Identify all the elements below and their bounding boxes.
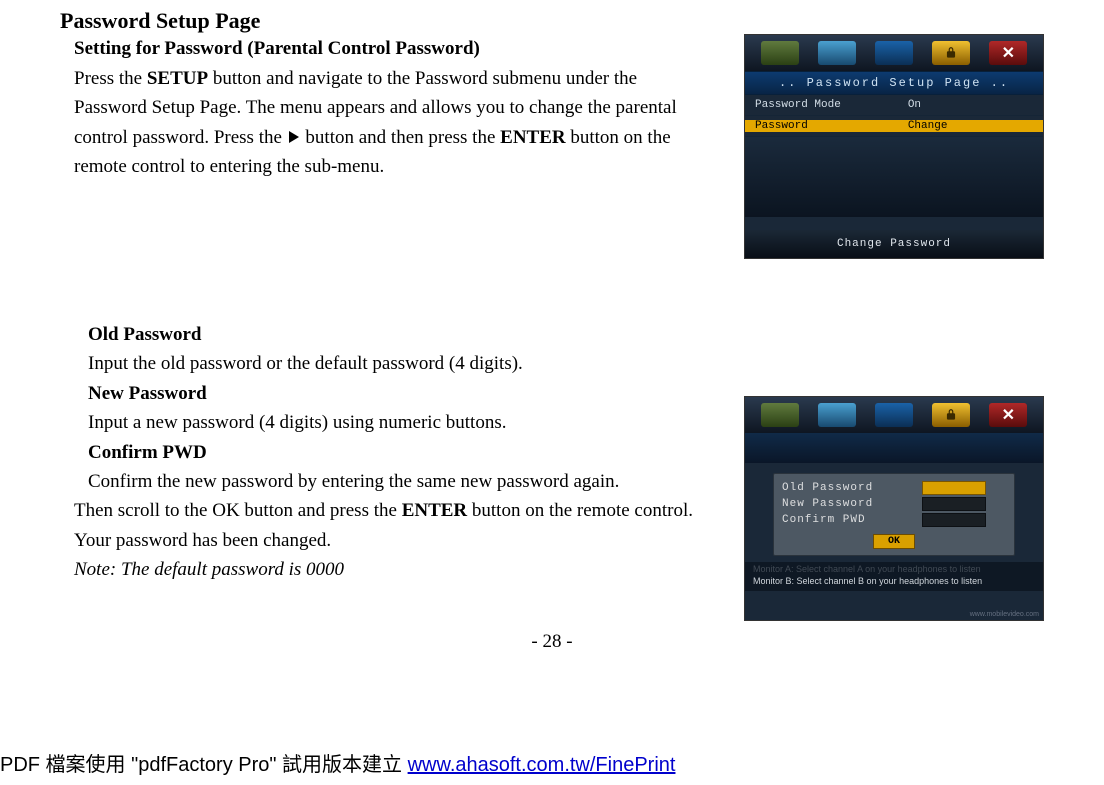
picture-icon [761, 41, 799, 65]
old-password-box [922, 481, 986, 495]
text: Then scroll to the OK button and press t… [74, 500, 402, 521]
password-panel: Old Password New Password Confirm PWD OK [773, 473, 1015, 556]
cell-label: Password Mode [745, 99, 900, 111]
old-password-heading: Old Password [88, 320, 708, 349]
figure-change-password: ✕ Old Password New Password Confirm PWD … [744, 396, 1044, 621]
cell-value: Change [900, 120, 1043, 132]
confirm-pwd-text: Confirm the new password by entering the… [88, 467, 708, 496]
figure-spacer [745, 433, 1043, 463]
new-password-heading: New Password [88, 379, 708, 408]
wifi-icon [818, 403, 856, 427]
text: Press the [74, 68, 147, 89]
old-password-line: Old Password [782, 480, 1006, 496]
close-icon: ✕ [989, 403, 1027, 427]
ok-button: OK [873, 534, 915, 549]
figure-password-setup: ✕ .. Password Setup Page .. Password Mod… [744, 34, 1044, 259]
footer-link[interactable]: www.ahasoft.com.tw/FinePrint [408, 754, 676, 776]
label: Old Password [782, 482, 922, 494]
confirm-pwd-heading: Confirm PWD [88, 438, 708, 467]
footer-text: PDF 檔案使用 "pdfFactory Pro" 試用版本建立 [0, 754, 408, 776]
new-password-box [922, 497, 986, 511]
figure-toolbar: ✕ [745, 397, 1043, 433]
close-icon: ✕ [989, 41, 1027, 65]
enter-word: ENTER [500, 127, 565, 148]
figure-bottom-label: Change Password [745, 230, 1043, 258]
menu-row-password: Password Change [745, 116, 1043, 137]
figure-blur-area [745, 137, 1043, 217]
confirm-pwd-line: Confirm PWD [782, 512, 1006, 528]
label: Confirm PWD [782, 514, 922, 526]
new-password-text: Input a new password (4 digits) using nu… [88, 408, 708, 437]
new-password-line: New Password [782, 496, 1006, 512]
cell-label: Password [745, 120, 900, 132]
wifi-icon [818, 41, 856, 65]
pdf-factory-footer: PDF 檔案使用 "pdfFactory Pro" 試用版本建立 www.aha… [0, 748, 675, 777]
figure-title-band: .. Password Setup Page .. [745, 71, 1043, 95]
monitor-a-text: Monitor A: Select channel A on your head… [753, 564, 1035, 576]
page-number: - 28 - [60, 631, 1044, 653]
disc-icon [875, 403, 913, 427]
cell-value: On [900, 99, 1043, 111]
intro-paragraph: Press the SETUP button and navigate to t… [74, 64, 704, 182]
disc-icon [875, 41, 913, 65]
monitor-b-text: Monitor B: Select channel B on your head… [753, 576, 1035, 588]
setup-word: SETUP [147, 68, 208, 89]
menu-row-password-mode: Password Mode On [745, 95, 1043, 116]
play-right-icon [289, 131, 299, 143]
old-password-text: Input the old password or the default pa… [88, 349, 708, 378]
page-title: Password Setup Page [60, 8, 1044, 34]
enter-word: ENTER [402, 500, 467, 521]
note-text: Note: The default password is 0000 [74, 555, 694, 584]
figure-toolbar: ✕ [745, 35, 1043, 71]
watermark-text: www.mobilevideo.com [970, 611, 1039, 618]
label: New Password [782, 498, 922, 510]
picture-icon [761, 403, 799, 427]
text: button and then press the [301, 127, 500, 148]
lock-icon [932, 41, 970, 65]
confirm-pwd-box [922, 513, 986, 527]
lock-icon [932, 403, 970, 427]
monitor-text: Monitor A: Select channel A on your head… [745, 562, 1043, 591]
